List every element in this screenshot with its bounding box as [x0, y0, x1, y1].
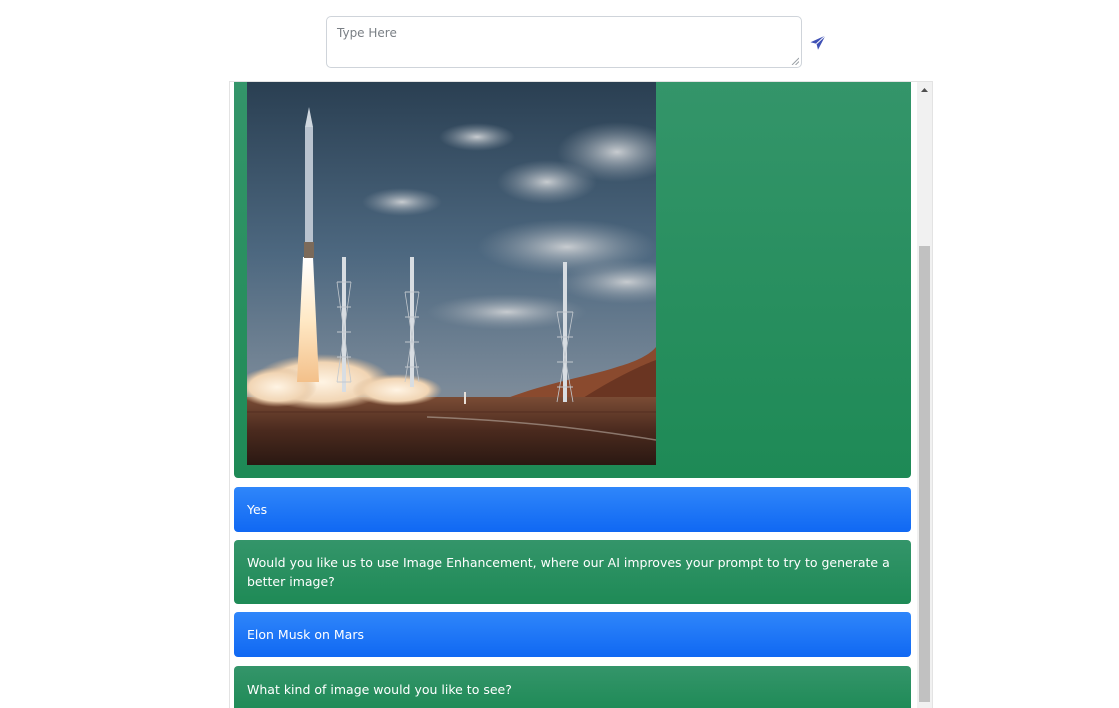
prompt-input[interactable] — [327, 17, 801, 67]
user-message: Yes — [234, 487, 911, 532]
message-text: Yes — [247, 502, 268, 517]
scroll-up-arrow-icon — [921, 88, 928, 92]
scroll-up-button[interactable] — [917, 82, 932, 98]
message-text: Elon Musk on Mars — [247, 627, 364, 642]
bot-message: What kind of image would you like to see… — [234, 666, 911, 708]
message-text: What kind of image would you like to see… — [247, 681, 512, 697]
chat-history-panel: Yes Would you like us to use Image Enhan… — [229, 81, 933, 708]
paper-plane-icon — [810, 35, 826, 50]
prompt-input-container — [326, 16, 802, 68]
resize-grip-icon[interactable] — [791, 57, 799, 65]
scroll-thumb[interactable] — [919, 246, 930, 702]
bot-image-message — [234, 82, 911, 478]
bot-message: Would you like us to use Image Enhanceme… — [234, 540, 911, 604]
user-message: Elon Musk on Mars — [234, 612, 911, 657]
send-button[interactable] — [809, 34, 827, 52]
rocket-launch-image — [247, 82, 656, 465]
chat-scrollbar[interactable] — [917, 82, 932, 708]
message-text: Would you like us to use Image Enhanceme… — [247, 555, 890, 589]
